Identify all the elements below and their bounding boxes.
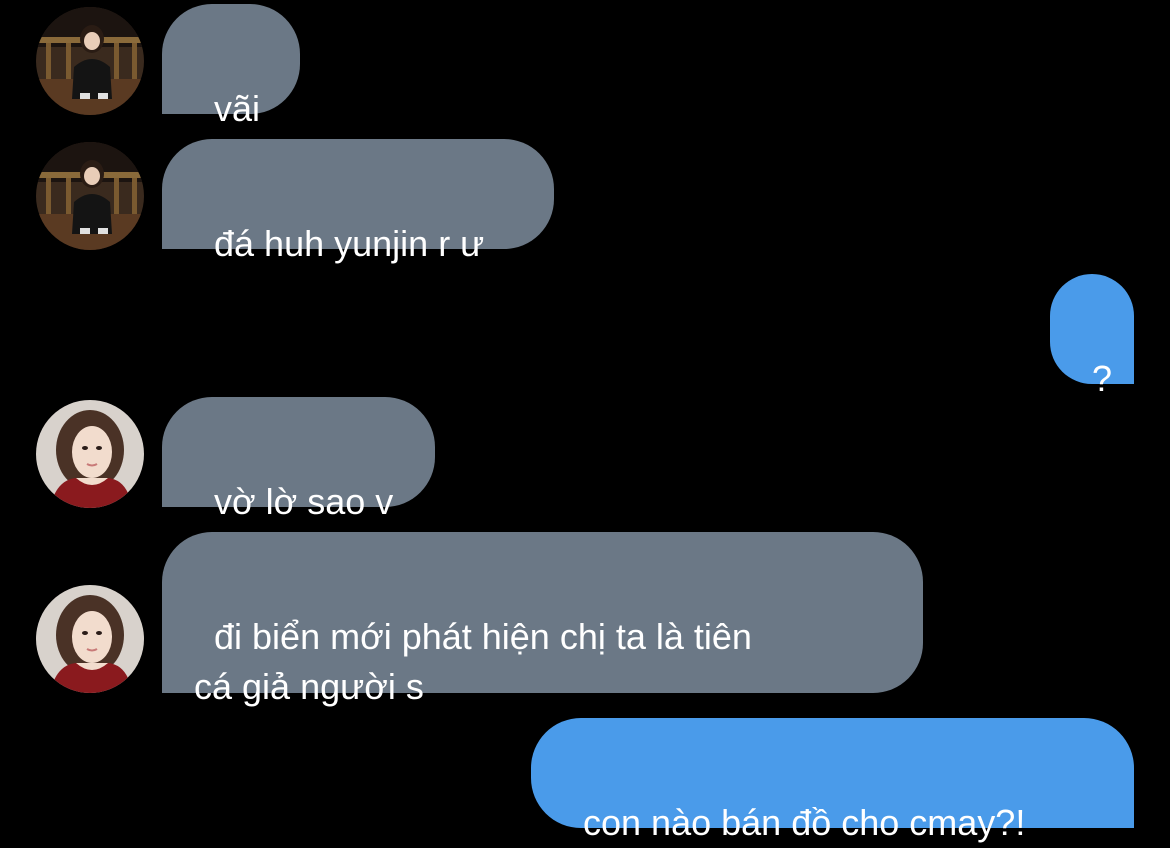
avatar[interactable]	[36, 7, 144, 115]
avatar[interactable]	[36, 142, 144, 250]
message-text: vờ lờ sao v	[214, 481, 394, 522]
message-bubble-incoming[interactable]: vờ lờ sao v	[162, 397, 435, 522]
avatar[interactable]	[36, 585, 144, 693]
message-text: ?	[1091, 358, 1113, 399]
avatar-photo	[36, 142, 144, 250]
avatar-photo	[36, 7, 144, 115]
avatar[interactable]	[36, 400, 144, 508]
message-bubble-incoming[interactable]: đá huh yunjin r ư	[162, 139, 554, 264]
message-bubble-incoming[interactable]: vãi l	[162, 4, 300, 179]
avatar-photo	[36, 400, 144, 508]
message-text: đi biển mới phát hiện chị ta là tiên cá …	[194, 616, 752, 707]
message-bubble-outgoing[interactable]: con nào bán đồ cho cmay?!	[531, 718, 1134, 843]
message-text: đá huh yunjin r ư	[214, 223, 485, 264]
message-bubble-incoming[interactable]: đi biển mới phát hiện chị ta là tiên cá …	[162, 532, 923, 707]
message-text: con nào bán đồ cho cmay?!	[583, 802, 1026, 843]
message-bubble-outgoing[interactable]: ?	[1050, 274, 1134, 399]
avatar-photo	[36, 585, 144, 693]
